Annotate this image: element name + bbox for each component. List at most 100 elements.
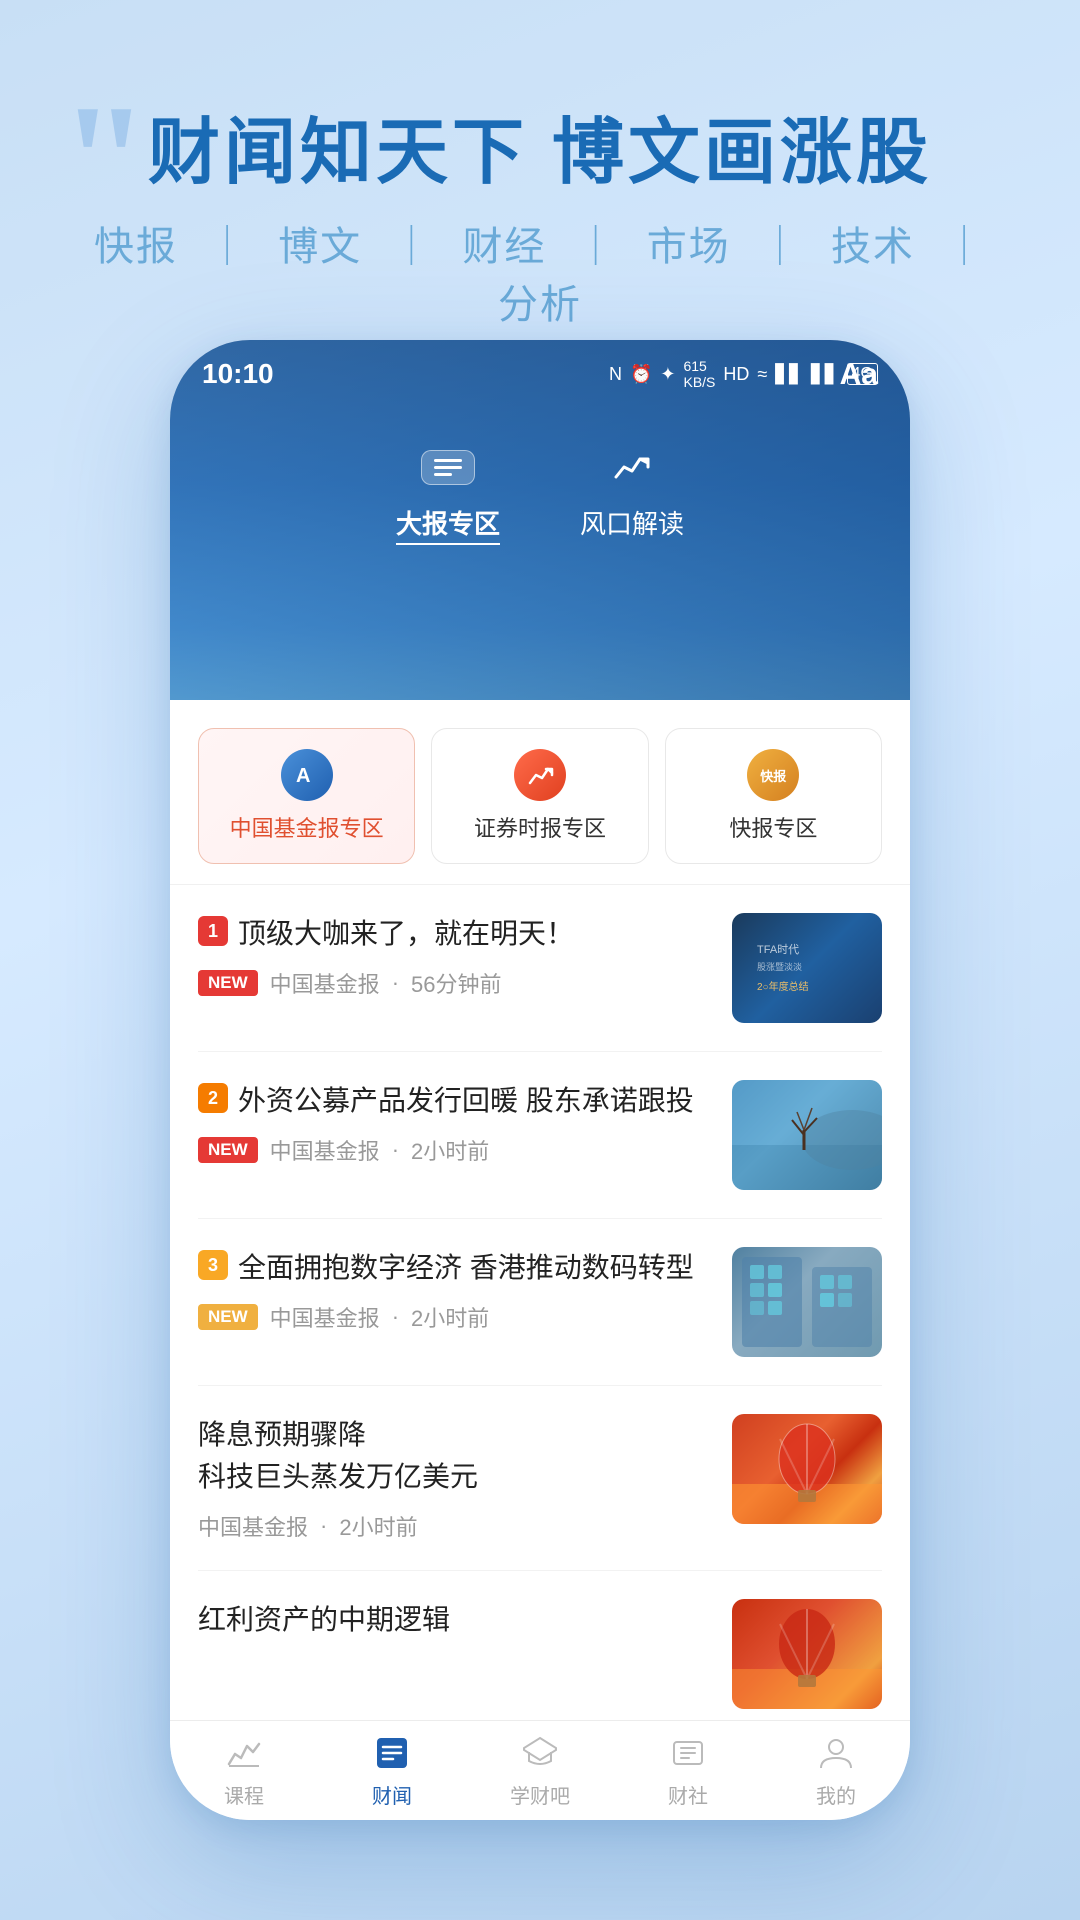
news-time-val-3: 2小时前 [339, 1510, 417, 1542]
news-left-2: 3 全面拥抱数字经济 香港推动数码转型 NEW 中国基金报 · 2小时前 [198, 1247, 712, 1333]
svg-text:TFA时代: TFA时代 [757, 943, 799, 956]
news-left-3: 降息预期骤降科技巨头蒸发万亿美元 中国基金报 · 2小时前 [198, 1414, 712, 1542]
news-thumb-0: TFA时代 股涨暨淡淡 2○年度总结 [732, 913, 882, 1023]
news-dot-2: · [392, 1304, 399, 1330]
bottom-icon-caishe [667, 1732, 709, 1774]
news-source-2: 中国基金报 [270, 1301, 380, 1333]
news-thumb-4 [732, 1599, 882, 1709]
separator-3: ｜ [576, 225, 618, 269]
nav-icon-dababao [418, 440, 478, 494]
news-title-2: 全面拥抱数字经济 香港推动数码转型 [238, 1247, 694, 1289]
svg-text:股涨暨淡淡: 股涨暨淡淡 [757, 962, 802, 972]
subtitle-item-6: 分析 [498, 283, 582, 327]
alarm-icon: ⏰ [630, 364, 652, 385]
new-badge-1: NEW [198, 1137, 258, 1163]
subtitle-item-1: 快报 [94, 225, 178, 269]
font-size-icon[interactable]: Aa [840, 358, 878, 392]
thumb-inner-3 [732, 1414, 882, 1524]
subtitle-item-2: 博文 [278, 225, 362, 269]
bottom-nav-caigwen[interactable]: 财闻 [318, 1732, 466, 1809]
cat-icon-2: 快报 [747, 749, 799, 801]
news-meta-1: NEW 中国基金报 · 2小时前 [198, 1134, 712, 1166]
news-rank-1: 2 [198, 1083, 228, 1113]
news-time-val-0: 56分钟前 [411, 967, 501, 999]
news-item-4[interactable]: 红利资产的中期逻辑 [198, 1571, 882, 1720]
svg-text:A: A [296, 765, 310, 787]
phone-mockup: 10:10 N ⏰ ✦ 615KB/S HD ≈ ▋▋ ▋▋ 4G Aa [170, 340, 910, 1820]
signal-icon-2: ▋▋ [811, 364, 839, 385]
separator-4: ｜ [760, 225, 802, 269]
wifi-icon: ≈ [757, 364, 767, 385]
cat-tab-0[interactable]: A 中国基金报专区 [198, 728, 415, 864]
thumb-inner-1 [732, 1080, 882, 1190]
nav-label-fengkou: 风口解读 [580, 504, 684, 541]
news-time-val-1: 2小时前 [411, 1134, 489, 1166]
status-bar: 10:10 N ⏰ ✦ 615KB/S HD ≈ ▋▋ ▋▋ 4G [170, 340, 910, 390]
header-nav: 大报专区 风口解读 [170, 440, 910, 545]
bottom-nav-caishe[interactable]: 财社 [614, 1732, 762, 1809]
status-time: 10:10 [202, 358, 274, 390]
bottom-nav-xuecaiba[interactable]: 学财吧 [466, 1732, 614, 1809]
news-title-row-0: 1 顶级大咖来了，就在明天！ [198, 913, 712, 955]
thumb-inner-4 [732, 1599, 882, 1709]
nav-label-dababao: 大报专区 [396, 504, 500, 545]
news-rank-2: 3 [198, 1250, 228, 1280]
news-meta-2: NEW 中国基金报 · 2小时前 [198, 1301, 712, 1333]
hd-icon: HD [723, 364, 749, 385]
signal-icon-1: ▋▋ [775, 364, 803, 385]
nav-icon-fengkou [602, 440, 662, 494]
cat-tab-2[interactable]: 快报 快报专区 [665, 728, 882, 864]
icon-line-1 [434, 459, 462, 462]
speed-icon: 615KB/S [683, 358, 715, 390]
cat-icon-1 [514, 749, 566, 801]
news-thumb-2 [732, 1247, 882, 1357]
news-title-3: 降息预期骤降科技巨头蒸发万亿美元 [198, 1414, 478, 1498]
icon-line-3 [434, 473, 452, 476]
news-meta-0: NEW 中国基金报 · 56分钟前 [198, 967, 712, 999]
phone-frame: 10:10 N ⏰ ✦ 615KB/S HD ≈ ▋▋ ▋▋ 4G Aa [170, 340, 910, 1820]
cat-label-2: 快报专区 [729, 811, 817, 843]
bottom-nav: 课程 财闻 [170, 1720, 910, 1820]
news-title-0: 顶级大咖来了，就在明天！ [238, 913, 574, 955]
news-meta-3: 中国基金报 · 2小时前 [198, 1510, 712, 1542]
news-time-0: · [392, 970, 399, 996]
new-badge-2: NEW [198, 1304, 258, 1330]
nav-item-dababao[interactable]: 大报专区 [396, 440, 500, 545]
bottom-label-kecheng: 课程 [224, 1780, 264, 1809]
news-dot-3: · [320, 1513, 327, 1539]
news-title-4: 红利资产的中期逻辑 [198, 1599, 450, 1641]
separator-5: ｜ [944, 225, 986, 269]
news-source-1: 中国基金报 [270, 1134, 380, 1166]
news-left-4: 红利资产的中期逻辑 [198, 1599, 712, 1641]
news-item-2[interactable]: 3 全面拥抱数字经济 香港推动数码转型 NEW 中国基金报 · 2小时前 [198, 1219, 882, 1386]
cat-tab-1[interactable]: 证券时报专区 [431, 728, 648, 864]
news-item-1[interactable]: 2 外资公募产品发行回暖 股东承诺跟投 NEW 中国基金报 · 2小时前 [198, 1052, 882, 1219]
news-item-0[interactable]: 1 顶级大咖来了，就在明天！ NEW 中国基金报 · 56分钟前 [198, 885, 882, 1052]
news-source-0: 中国基金报 [270, 967, 380, 999]
new-badge-0: NEW [198, 970, 258, 996]
hero-subtitle: 快报 ｜ 博文 ｜ 财经 ｜ 市场 ｜ 技术 ｜ 分析 [60, 214, 1020, 330]
news-list: 1 顶级大咖来了，就在明天！ NEW 中国基金报 · 56分钟前 [170, 885, 910, 1720]
news-rank-0: 1 [198, 916, 228, 946]
subtitle-item-3: 财经 [462, 225, 546, 269]
separator-1: ｜ [207, 225, 249, 269]
bottom-label-caigwen: 财闻 [372, 1780, 412, 1809]
bottom-nav-wode[interactable]: 我的 [762, 1732, 910, 1809]
cat-label-1: 证券时报专区 [474, 811, 606, 843]
svg-text:2○年度总结: 2○年度总结 [757, 980, 809, 993]
icon-line-2 [434, 466, 462, 469]
bottom-label-wode: 我的 [816, 1780, 856, 1809]
cat-label-0: 中国基金报专区 [230, 811, 384, 843]
bottom-nav-kecheng[interactable]: 课程 [170, 1732, 318, 1809]
nav-item-fengkou[interactable]: 风口解读 [580, 440, 684, 545]
news-title-row-4: 红利资产的中期逻辑 [198, 1599, 712, 1641]
news-item-3[interactable]: 降息预期骤降科技巨头蒸发万亿美元 中国基金报 · 2小时前 [198, 1386, 882, 1571]
news-title-1: 外资公募产品发行回暖 股东承诺跟投 [238, 1080, 694, 1122]
bottom-label-caishe: 财社 [668, 1780, 708, 1809]
news-time-val-2: 2小时前 [411, 1301, 489, 1333]
news-title-row-1: 2 外资公募产品发行回暖 股东承诺跟投 [198, 1080, 712, 1122]
status-icons: N ⏰ ✦ 615KB/S HD ≈ ▋▋ ▋▋ 4G [609, 358, 878, 390]
bottom-label-xuecaiba: 学财吧 [510, 1780, 570, 1809]
news-title-row-2: 3 全面拥抱数字经济 香港推动数码转型 [198, 1247, 712, 1289]
news-left-1: 2 外资公募产品发行回暖 股东承诺跟投 NEW 中国基金报 · 2小时前 [198, 1080, 712, 1166]
